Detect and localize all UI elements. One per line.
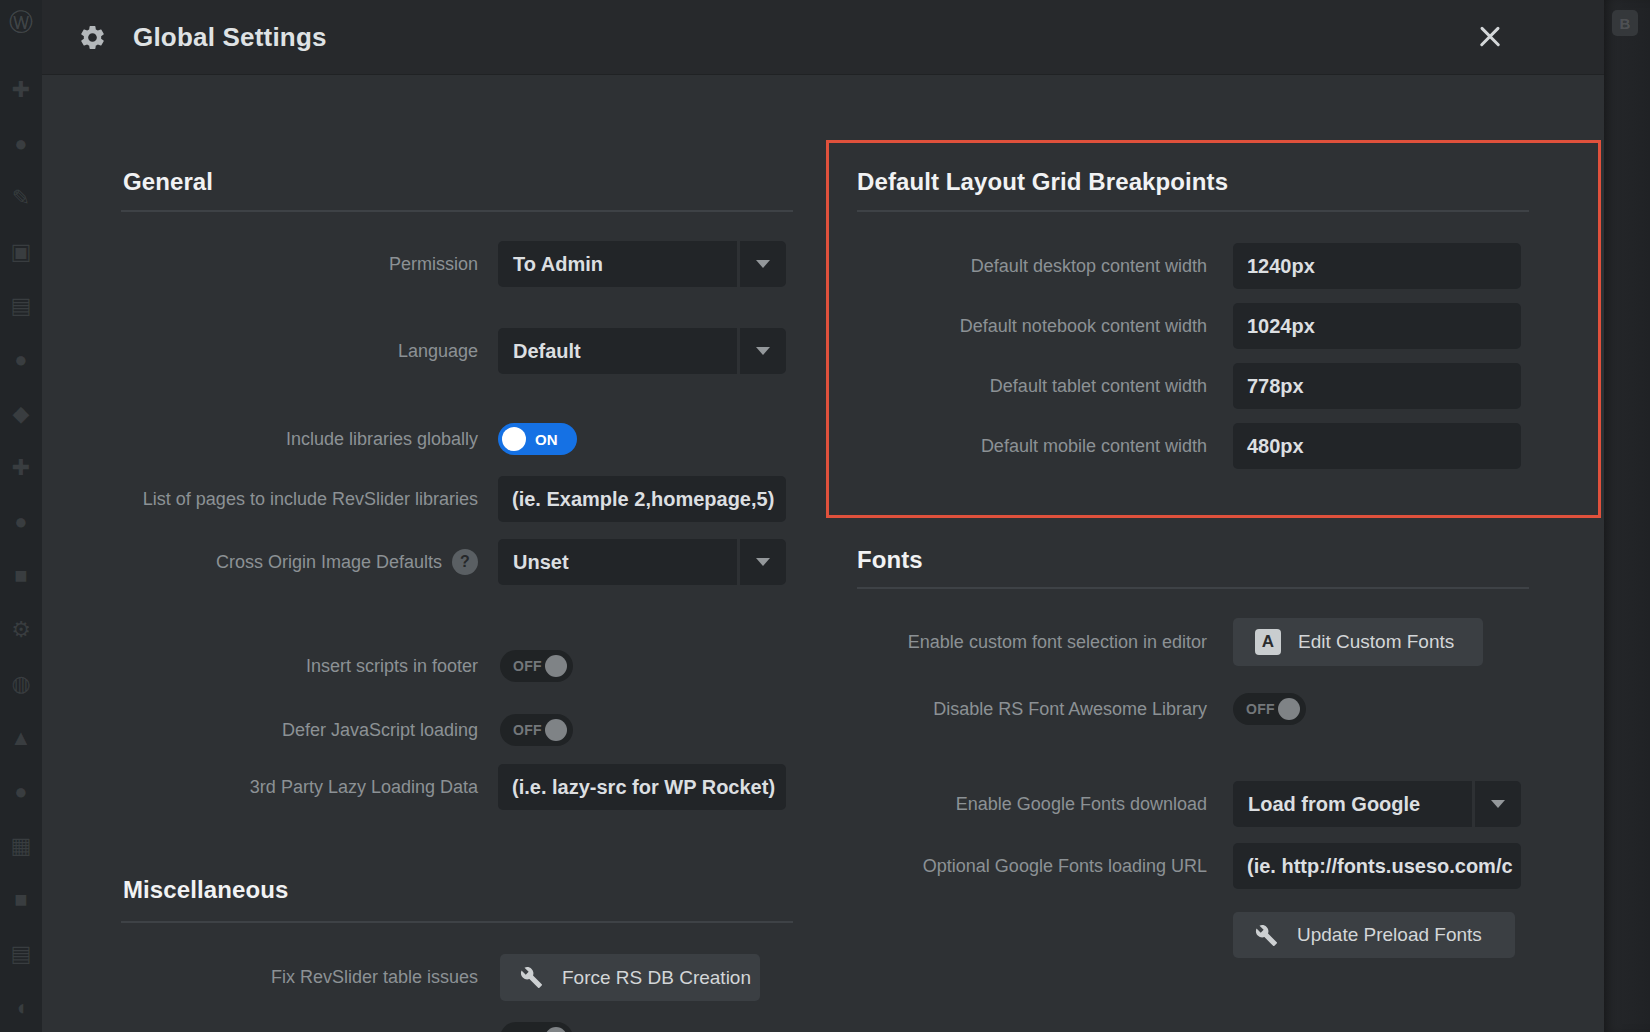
partial-bottom-toggle[interactable]: OFF: [500, 1022, 573, 1032]
toggle-knob: [545, 1027, 567, 1032]
mobile-width-input[interactable]: 480px: [1233, 423, 1521, 469]
label-fix-tables: Fix RevSlider table issues: [123, 954, 478, 1001]
lazy-data-input[interactable]: (i.e. lazy-src for WP Rocket): [498, 764, 786, 810]
section-title-breakpoints: Default Layout Grid Breakpoints: [857, 168, 1228, 196]
edit-custom-fonts-button[interactable]: A Edit Custom Fonts: [1233, 618, 1483, 666]
label-desktop-width: Default desktop content width: [857, 243, 1207, 289]
label-include-libraries: Include libraries globally: [123, 423, 478, 455]
label-defer-js: Defer JavaScript loading: [123, 714, 478, 746]
label-google-download: Enable Google Fonts download: [857, 781, 1207, 827]
google-download-select[interactable]: Load from Google: [1233, 781, 1521, 827]
wp-menu-icon-extra3[interactable]: ▦: [7, 832, 35, 860]
wp-menu-icon-extra4[interactable]: ■: [7, 886, 35, 914]
wp-menu-icon-dashboard[interactable]: ●: [7, 130, 35, 158]
chevron-down-icon: [740, 241, 786, 287]
toggle-knob: [545, 655, 567, 677]
wp-menu-icon-settings[interactable]: ⚙: [7, 616, 35, 644]
divider-breakpoints: [857, 210, 1529, 212]
font-a-icon: A: [1255, 629, 1281, 655]
gear-icon: [78, 23, 107, 52]
toggle-knob: [1278, 698, 1300, 720]
help-icon[interactable]: ?: [452, 549, 478, 575]
update-preload-fonts-button[interactable]: Update Preload Fonts: [1233, 912, 1515, 958]
wp-menu-icon-extra2[interactable]: ●: [7, 778, 35, 806]
wp-menu-icon-media[interactable]: ▣: [7, 238, 35, 266]
wp-menu-icon-pages[interactable]: ▤: [7, 292, 35, 320]
section-title-fonts: Fonts: [857, 546, 923, 574]
desktop-width-input[interactable]: 1240px: [1233, 243, 1521, 289]
divider-general: [121, 210, 793, 212]
wp-menu-icon-tools[interactable]: ■: [7, 562, 35, 590]
include-libraries-toggle[interactable]: ON: [498, 423, 577, 455]
label-insert-scripts: Insert scripts in footer: [123, 650, 478, 682]
modal-title: Global Settings: [133, 0, 327, 75]
toggle-knob: [502, 427, 526, 451]
label-tablet-width: Default tablet content width: [857, 363, 1207, 409]
divider-miscellaneous: [121, 921, 793, 923]
label-cross-origin: Cross Origin Image Defaults ?: [123, 539, 478, 585]
label-mobile-width: Default mobile content width: [857, 423, 1207, 469]
chevron-down-icon: [740, 539, 786, 585]
background-page-strip: B: [1604, 0, 1650, 1032]
wrench-icon: [1255, 924, 1278, 947]
notebook-width-input[interactable]: 1024px: [1233, 303, 1521, 349]
label-language: Language: [123, 328, 478, 374]
wp-menu-icon-appearance[interactable]: ◆: [7, 400, 35, 428]
google-url-input[interactable]: (ie. http://fonts.useso.com/c: [1233, 843, 1521, 889]
label-permission: Permission: [123, 241, 478, 287]
label-pages-list: List of pages to include RevSlider libra…: [123, 476, 478, 522]
wp-menu-icon-collapse[interactable]: ◖: [7, 994, 35, 1022]
divider-fonts: [857, 587, 1529, 589]
permission-select[interactable]: To Admin: [498, 241, 786, 287]
page: Ⓦ ✚ ● ✎ ▣ ▤ ● ◆ ✚ ● ■ ⚙ ◍ ▲ ● ▦ ■ ▤ ◖ B Global Settings Ge…: [0, 0, 1650, 1032]
wp-menu-icon-plugins[interactable]: ✚: [7, 76, 35, 104]
tablet-width-input[interactable]: 778px: [1233, 363, 1521, 409]
wp-menu-icon-slider[interactable]: ◍: [7, 670, 35, 698]
label-notebook-width: Default notebook content width: [857, 303, 1207, 349]
wp-menu-icon-users[interactable]: ●: [7, 508, 35, 536]
wp-admin-sidebar: Ⓦ ✚ ● ✎ ▣ ▤ ● ◆ ✚ ● ■ ⚙ ◍ ▲ ● ▦ ■ ▤ ◖: [0, 0, 42, 1032]
font-awesome-toggle[interactable]: OFF: [1233, 693, 1306, 725]
wp-menu-icon-plugins2[interactable]: ✚: [7, 454, 35, 482]
language-select[interactable]: Default: [498, 328, 786, 374]
wp-menu-icon-comments[interactable]: ●: [7, 346, 35, 374]
wrench-icon: [520, 966, 543, 989]
wordpress-logo-icon[interactable]: Ⓦ: [7, 8, 35, 36]
defer-js-toggle[interactable]: OFF: [500, 714, 573, 746]
wp-menu-icon-extra1[interactable]: ▲: [7, 724, 35, 752]
section-title-miscellaneous: Miscellaneous: [123, 876, 288, 904]
insert-scripts-toggle[interactable]: OFF: [500, 650, 573, 682]
background-app-icon: B: [1612, 10, 1638, 36]
close-icon[interactable]: [1474, 21, 1506, 53]
chevron-down-icon: [1475, 781, 1521, 827]
chevron-down-icon: [740, 328, 786, 374]
wp-menu-icon-extra5[interactable]: ▤: [7, 940, 35, 968]
force-db-creation-button[interactable]: Force RS DB Creation: [500, 954, 760, 1001]
pages-list-input[interactable]: (ie. Example 2,homepage,5): [498, 476, 786, 522]
modal-header: Global Settings: [42, 0, 1604, 75]
label-lazy-data: 3rd Party Lazy Loading Data: [123, 764, 478, 810]
wp-menu-icon-posts[interactable]: ✎: [7, 184, 35, 212]
label-custom-fonts: Enable custom font selection in editor: [857, 618, 1207, 666]
section-title-general: General: [123, 168, 213, 196]
label-google-url: Optional Google Fonts loading URL: [857, 843, 1207, 889]
global-settings-modal: Global Settings General Permission To Ad…: [42, 0, 1604, 1032]
toggle-knob: [545, 719, 567, 741]
cross-origin-select[interactable]: Unset: [498, 539, 786, 585]
label-font-awesome: Disable RS Font Awesome Library: [857, 693, 1207, 725]
